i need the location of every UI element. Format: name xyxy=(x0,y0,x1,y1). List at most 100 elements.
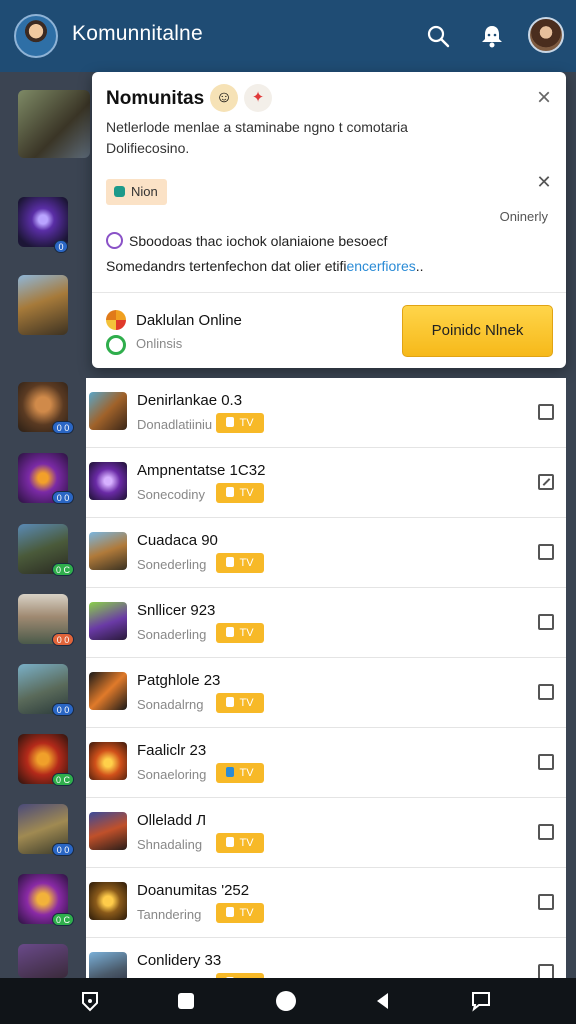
lock-icon xyxy=(226,417,235,427)
info-line: Sboodoas thac iochok olaniaione besoecf xyxy=(106,232,526,249)
rail-badge: 0 0 xyxy=(52,633,74,646)
bell-icon[interactable] xyxy=(478,22,506,50)
game-thumbnail xyxy=(89,952,127,978)
system-nav-bar xyxy=(0,978,576,1024)
edit-icon[interactable] xyxy=(538,474,554,490)
rail-game-icon[interactable] xyxy=(18,90,90,158)
app-logo[interactable] xyxy=(14,14,58,58)
shield-icon[interactable] xyxy=(79,990,101,1012)
game-thumbnail xyxy=(89,532,127,570)
game-sub: Sonadalrng xyxy=(137,697,204,712)
tag-icon xyxy=(114,186,125,197)
game-name: Doanumitas '252 xyxy=(137,882,250,899)
list-item[interactable]: Snllicer 923 Sonaderling TV xyxy=(86,588,566,658)
checkbox[interactable] xyxy=(538,964,554,978)
game-rail: 0 0 0 0 0 0 C 0 0 0 0 0 C 0 0 0 C xyxy=(0,72,90,978)
rail-badge: 0 0 xyxy=(52,843,74,856)
status-pill: TV xyxy=(216,763,264,783)
square-icon[interactable] xyxy=(175,990,197,1012)
rail-badge: 0 xyxy=(54,240,68,253)
game-name: Cuadaca 90 xyxy=(137,532,218,549)
rail-badge: 0 0 xyxy=(52,421,74,434)
community-popup: Nomunitas ☺ ✦ × Netlerlode menlae a stam… xyxy=(92,72,566,368)
home-icon[interactable] xyxy=(275,990,297,1012)
clock-icon xyxy=(106,232,123,249)
pill-label: TV xyxy=(239,837,254,849)
status-pill: TV xyxy=(216,693,264,713)
close-icon[interactable]: × xyxy=(532,86,556,110)
list-item[interactable]: Cuadaca 90 Sonederling TV xyxy=(86,518,566,588)
primary-action-button[interactable]: Poinidc Nlnek xyxy=(402,305,553,357)
checkbox[interactable] xyxy=(538,404,554,420)
list-item[interactable]: Doanumitas '252 Tanndering TV xyxy=(86,868,566,938)
game-name: Olleladd Л xyxy=(137,812,207,829)
status-name: Daklulan Online xyxy=(136,312,242,329)
checkbox[interactable] xyxy=(538,544,554,560)
info-text-2: Somedandrs tertenfechon dat olier etifi xyxy=(106,258,347,274)
online-label: Oninerly xyxy=(499,209,548,224)
list-item[interactable]: Conlidery 33 TV xyxy=(86,938,566,978)
rail-game-icon[interactable] xyxy=(18,275,68,335)
back-icon[interactable] xyxy=(372,990,394,1012)
list-item[interactable]: Denirlankae 0.3 Donadlatiiniu TV xyxy=(86,378,566,448)
app-title: Komunnitalne xyxy=(72,22,203,45)
top-app-bar: Komunnitalne xyxy=(0,0,576,72)
checkbox[interactable] xyxy=(538,614,554,630)
lock-icon xyxy=(226,697,235,707)
smile-icon: ☺ xyxy=(210,84,238,112)
pill-label: TV xyxy=(239,907,254,919)
status-pill: TV xyxy=(216,623,264,643)
popup-tag[interactable]: Nion xyxy=(106,179,167,205)
search-icon[interactable] xyxy=(426,24,450,48)
popup-description: Netlerlode menlae a staminabe ngno t com… xyxy=(106,119,408,156)
rail-game-icon[interactable] xyxy=(18,944,68,978)
pill-label: TV xyxy=(239,767,254,779)
checkbox[interactable] xyxy=(538,754,554,770)
pill-label: TV xyxy=(239,697,254,709)
checkbox[interactable] xyxy=(538,824,554,840)
game-sub: Shnadaling xyxy=(137,837,203,852)
rail-badge: 0 0 xyxy=(52,703,74,716)
game-name: Denirlankae 0.3 xyxy=(137,392,243,409)
game-list: Denirlankae 0.3 Donadlatiiniu TV Ampnent… xyxy=(86,378,566,978)
list-item[interactable]: Olleladd Л Shnadaling TV xyxy=(86,798,566,868)
pill-label: TV xyxy=(239,487,254,499)
info-link[interactable]: encerfiores xyxy=(346,258,415,274)
popup-title: Nomunitas xyxy=(106,88,205,109)
game-thumbnail xyxy=(89,602,127,640)
lock-icon xyxy=(226,767,235,777)
game-sub: Sonecodiny xyxy=(137,487,205,502)
pill-label: TV xyxy=(239,557,254,569)
game-name: Ampnentatse 1C32 xyxy=(137,462,266,479)
game-thumbnail xyxy=(89,392,127,430)
game-sub: Donadlatiiniu xyxy=(137,417,213,432)
game-name: Snllicer 923 xyxy=(137,602,216,619)
lock-icon xyxy=(226,837,235,847)
checkbox[interactable] xyxy=(538,894,554,910)
lock-icon xyxy=(226,907,235,917)
lock-icon xyxy=(226,557,235,567)
game-name: Faaliclr 23 xyxy=(137,742,207,759)
info-line-2: Somedandrs tertenfechon dat olier etifie… xyxy=(106,258,546,274)
game-thumbnail xyxy=(89,812,127,850)
pill-label: TV xyxy=(239,417,254,429)
info-text-2-end: .. xyxy=(415,258,424,274)
game-sub: Sonaeloring xyxy=(137,767,207,782)
game-thumbnail xyxy=(89,882,127,920)
info-text: Sboodoas thac iochok olaniaione besoecf xyxy=(129,233,388,249)
game-name: Patghlole 23 xyxy=(137,672,221,689)
game-status-icon xyxy=(106,310,126,330)
list-item[interactable]: Faaliclr 23 Sonaeloring TV xyxy=(86,728,566,798)
status-pill: TV xyxy=(216,413,264,433)
pin-icon: ✦ xyxy=(244,84,272,112)
list-item[interactable]: Ampnentatse 1C32 Sonecodiny TV xyxy=(86,448,566,518)
game-sub: Tanndering xyxy=(137,907,202,922)
close-icon[interactable]: ✕ xyxy=(534,172,554,192)
status-pill: TV xyxy=(216,483,264,503)
avatar[interactable] xyxy=(528,17,564,53)
chat-icon[interactable] xyxy=(470,990,492,1012)
rail-badge: 0 C xyxy=(52,563,74,576)
list-item[interactable]: Patghlole 23 Sonadalrng TV xyxy=(86,658,566,728)
checkbox[interactable] xyxy=(538,684,554,700)
game-sub: Sonaderling xyxy=(137,627,207,642)
